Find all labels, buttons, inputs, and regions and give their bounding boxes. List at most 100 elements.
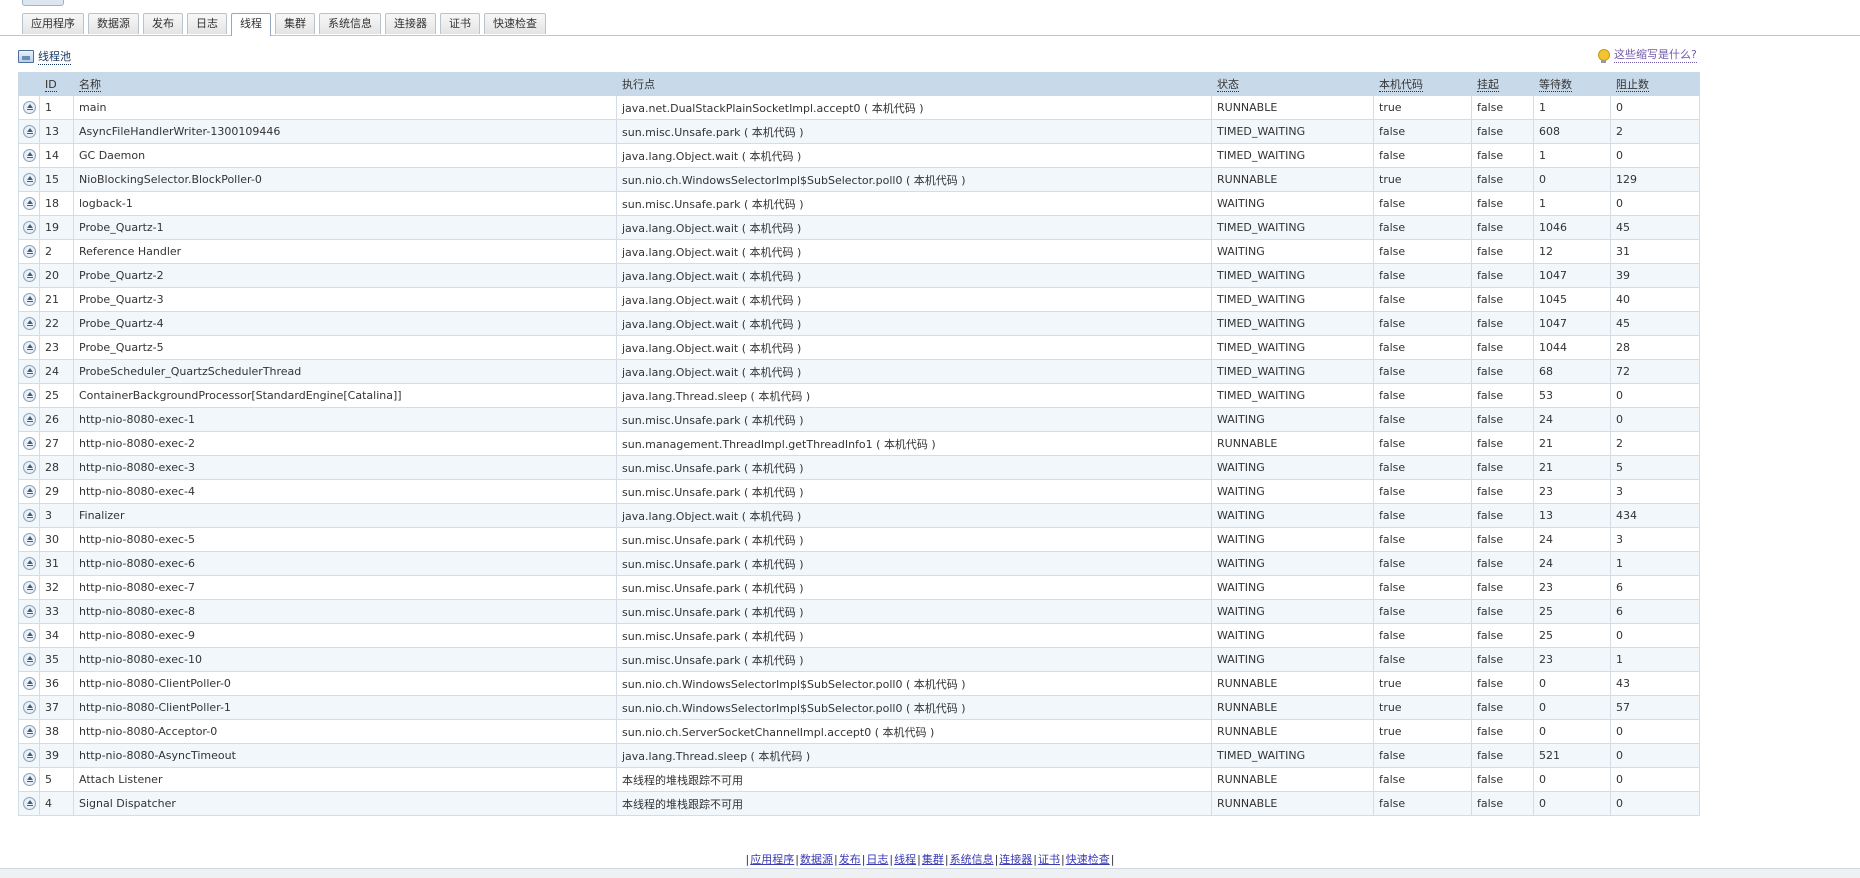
expand-stack-icon[interactable] — [22, 173, 36, 187]
abbreviations-help-label: 这些缩写是什么? — [1614, 48, 1697, 63]
footer-link-7[interactable]: 连接器 — [999, 853, 1032, 866]
header-name[interactable]: 名称 — [73, 72, 617, 96]
expand-stack-icon[interactable] — [22, 701, 36, 715]
tab-2[interactable]: 发布 — [143, 13, 183, 34]
header-waited-count[interactable]: 等待数 — [1533, 72, 1611, 96]
cell-name: http-nio-8080-exec-6 — [73, 551, 617, 576]
table-row: 19 Probe_Quartz-1 java.lang.Object.wait ( … — [18, 215, 1700, 240]
cell-blocked-count: 0 — [1610, 383, 1700, 408]
tab-6[interactable]: 系统信息 — [319, 13, 381, 34]
expand-stack-icon[interactable] — [22, 149, 36, 163]
abbreviations-help-link[interactable]: 这些缩写是什么? — [1598, 46, 1697, 63]
footer-link-6[interactable]: 系统信息 — [950, 853, 994, 866]
footer-link-4[interactable]: 线程 — [894, 853, 916, 866]
expand-stack-icon[interactable] — [22, 557, 36, 571]
tab-7[interactable]: 连接器 — [385, 13, 436, 34]
expand-stack-icon[interactable] — [22, 125, 36, 139]
expand-stack-icon[interactable] — [22, 413, 36, 427]
tab-0[interactable]: 应用程序 — [22, 13, 84, 34]
threads-table: ID 名称 执行点 状态 本机代码 挂起 等待数 阻止数 1 main java.n… — [18, 72, 1700, 816]
footer-link-2[interactable]: 发布 — [839, 853, 861, 866]
cell-waited-count: 0 — [1533, 767, 1611, 792]
cell-native-code: false — [1373, 143, 1472, 168]
header-native-code[interactable]: 本机代码 — [1373, 72, 1472, 96]
tab-1[interactable]: 数据源 — [88, 13, 139, 34]
cell-native-code: false — [1373, 431, 1472, 456]
cell-suspended: false — [1471, 599, 1534, 624]
expand-stack-icon[interactable] — [22, 365, 36, 379]
footer-link-0[interactable]: 应用程序 — [750, 853, 794, 866]
cell-state: TIMED_WAITING — [1211, 743, 1374, 768]
expand-stack-icon[interactable] — [22, 773, 36, 787]
header-suspended[interactable]: 挂起 — [1471, 72, 1534, 96]
cell-waited-count: 24 — [1533, 407, 1611, 432]
expand-stack-icon[interactable] — [22, 101, 36, 115]
header-state[interactable]: 状态 — [1211, 72, 1374, 96]
tab-5[interactable]: 集群 — [275, 13, 315, 34]
cell-native-code: false — [1373, 239, 1472, 264]
thread-pool-link[interactable]: 线程池 — [18, 48, 71, 65]
cell-execution-point: sun.misc.Unsafe.park ( 本机代码 ) — [616, 191, 1212, 216]
app-logo — [22, 0, 64, 6]
threads-table-wrapper: ID 名称 执行点 状态 本机代码 挂起 等待数 阻止数 1 main java.n… — [18, 72, 1700, 816]
footer-link-3[interactable]: 日志 — [866, 853, 888, 866]
cell-name: http-nio-8080-exec-7 — [73, 575, 617, 600]
expand-stack-icon[interactable] — [22, 221, 36, 235]
cell-blocked-count: 43 — [1610, 671, 1700, 696]
footer-separator: | — [833, 853, 838, 866]
expand-stack-icon[interactable] — [22, 677, 36, 691]
table-row: 3 Finalizer java.lang.Object.wait ( 本机代码 )… — [18, 503, 1700, 528]
cell-name: http-nio-8080-exec-5 — [73, 527, 617, 552]
expand-stack-icon[interactable] — [22, 797, 36, 811]
cell-suspended: false — [1471, 407, 1534, 432]
expand-stack-icon[interactable] — [22, 293, 36, 307]
tab-9[interactable]: 快速检查 — [484, 13, 546, 34]
expand-stack-icon[interactable] — [22, 725, 36, 739]
cell-waited-count: 24 — [1533, 551, 1611, 576]
tab-8[interactable]: 证书 — [440, 13, 480, 34]
cell-native-code: false — [1373, 503, 1472, 528]
expand-stack-icon[interactable] — [22, 581, 36, 595]
cell-id: 25 — [39, 383, 74, 408]
expand-stack-icon[interactable] — [22, 485, 36, 499]
cell-native-code: false — [1373, 359, 1472, 384]
expand-stack-icon[interactable] — [22, 605, 36, 619]
cell-state: TIMED_WAITING — [1211, 287, 1374, 312]
tab-4[interactable]: 线程 — [231, 13, 271, 36]
expand-stack-icon[interactable] — [22, 269, 36, 283]
cell-state: RUNNABLE — [1211, 671, 1374, 696]
header-id[interactable]: ID — [39, 72, 74, 96]
expand-stack-icon[interactable] — [22, 197, 36, 211]
footer-link-8[interactable]: 证书 — [1038, 853, 1060, 866]
tab-3[interactable]: 日志 — [187, 13, 227, 34]
expand-stack-icon[interactable] — [22, 749, 36, 763]
cell-expand — [18, 287, 40, 312]
cell-suspended: false — [1471, 671, 1534, 696]
expand-stack-icon[interactable] — [22, 533, 36, 547]
expand-stack-icon[interactable] — [22, 341, 36, 355]
footer-link-5[interactable]: 集群 — [922, 853, 944, 866]
footer-link-9[interactable]: 快速检查 — [1066, 853, 1110, 866]
cell-native-code: false — [1373, 455, 1472, 480]
expand-stack-icon[interactable] — [22, 437, 36, 451]
header-execution-point[interactable]: 执行点 — [616, 72, 1212, 96]
expand-stack-icon[interactable] — [22, 653, 36, 667]
cell-blocked-count: 40 — [1610, 287, 1700, 312]
header-blocked-count[interactable]: 阻止数 — [1610, 72, 1700, 96]
cell-name: http-nio-8080-exec-10 — [73, 647, 617, 672]
cell-native-code: false — [1373, 599, 1472, 624]
expand-stack-icon[interactable] — [22, 245, 36, 259]
expand-stack-icon[interactable] — [22, 461, 36, 475]
cell-state: RUNNABLE — [1211, 767, 1374, 792]
expand-stack-icon[interactable] — [22, 509, 36, 523]
table-row: 39 http-nio-8080-AsyncTimeout java.lang.Th… — [18, 743, 1700, 768]
cell-expand — [18, 263, 40, 288]
expand-stack-icon[interactable] — [22, 629, 36, 643]
expand-stack-icon[interactable] — [22, 317, 36, 331]
footer-link-1[interactable]: 数据源 — [800, 853, 833, 866]
cell-blocked-count: 0 — [1610, 743, 1700, 768]
expand-stack-icon[interactable] — [22, 389, 36, 403]
tabs: 应用程序 数据源 发布 日志 线程 集群 系统信息 连接器 证书 快速检查 — [22, 13, 550, 36]
cell-suspended: false — [1471, 575, 1534, 600]
cell-state: WAITING — [1211, 479, 1374, 504]
